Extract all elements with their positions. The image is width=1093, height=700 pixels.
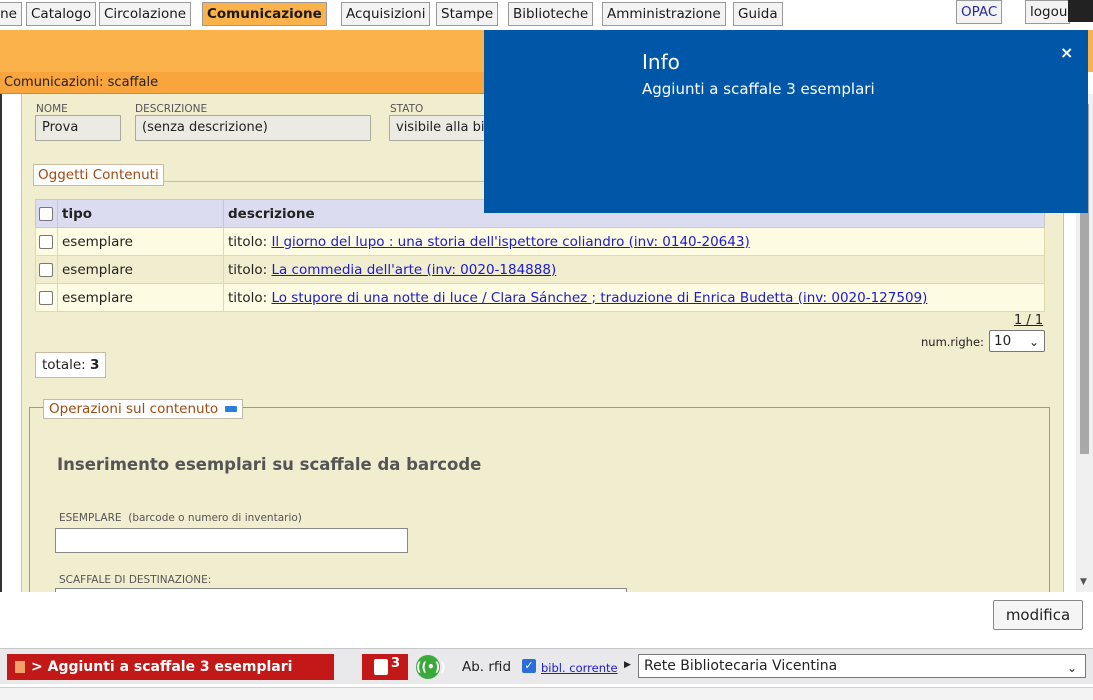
bottom-strip — [0, 687, 1093, 700]
esemplare-label-text: ESEMPLARE — [59, 512, 122, 524]
rete-value: Rete Bibliotecaria Vicentina — [644, 658, 838, 674]
item-title-link[interactable]: Il giorno del lupo : una storia dell'isp… — [271, 234, 749, 250]
row-select-cell[interactable] — [35, 255, 58, 284]
info-title: Info — [642, 50, 680, 74]
totale-box: totale: 3 — [35, 352, 107, 378]
bibl-corrente-link[interactable]: bibl. corrente — [541, 661, 618, 675]
totale-label: totale: — [42, 357, 86, 373]
info-popup: Info Aggiunti a scaffale 3 esemplari × — [484, 30, 1088, 213]
select-all-cell[interactable] — [35, 199, 58, 228]
nome-label: NOME — [36, 103, 68, 115]
esemplare-hint: (barcode o numero di inventario) — [128, 512, 302, 524]
rfid-checkbox[interactable]: ✓ — [522, 659, 536, 673]
descrizione-field[interactable]: (senza descrizione) — [135, 115, 371, 141]
scroll-down-icon[interactable]: ▼ — [1080, 577, 1087, 587]
rfid-label: Ab. rfid — [462, 659, 512, 675]
row-descrizione: titolo: Il giorno del lupo : una storia … — [223, 227, 1045, 256]
notice-text: > Aggiunti a scaffale 3 esemplari — [31, 659, 293, 675]
top-navigation: ne Catalogo Circolazione Comunicazione A… — [0, 0, 1093, 30]
items-table: tipo descrizione esemplare titolo: Il gi… — [35, 199, 1045, 312]
modifica-button[interactable]: modifica — [993, 600, 1083, 630]
item-title-link[interactable]: Lo stupore di una notte di luce / Clara … — [271, 290, 927, 306]
tab-home-partial[interactable]: ne — [0, 2, 22, 26]
esemplare-label: ESEMPLARE (barcode o numero di inventari… — [59, 512, 302, 524]
tab-amministrazione[interactable]: Amministrazione — [602, 2, 726, 26]
row-prefix: titolo: — [228, 289, 268, 306]
lock-counter[interactable]: 3 — [362, 654, 408, 680]
scaffale-label: SCAFFALE DI DESTINAZIONE: — [59, 574, 212, 586]
row-tipo: esemplare — [57, 227, 224, 256]
esemplare-input[interactable] — [55, 528, 408, 553]
lock-icon — [374, 659, 388, 675]
row-checkbox[interactable] — [39, 262, 53, 277]
row-select-cell[interactable] — [35, 227, 58, 256]
table-row: esemplare titolo: Il giorno del lupo : u… — [35, 227, 1045, 256]
collapse-icon[interactable] — [225, 406, 238, 412]
rfid-icon[interactable]: ((•)) — [416, 655, 446, 679]
row-prefix: titolo: — [228, 261, 268, 278]
totale-value: 3 — [90, 357, 100, 373]
logout-button[interactable]: logou — [1025, 0, 1070, 24]
row-checkbox[interactable] — [39, 290, 53, 305]
chevron-down-icon: ⌄ — [1028, 335, 1039, 349]
caret-right-icon: ▶ — [624, 660, 631, 670]
num-righe-select[interactable]: 10 ⌄ — [989, 330, 1045, 352]
tab-biblioteche[interactable]: Biblioteche — [508, 2, 594, 26]
operazioni-fieldset — [29, 407, 1050, 592]
operazioni-title: Inserimento esemplari su scaffale da bar… — [57, 455, 482, 474]
flag-icon — [15, 661, 25, 673]
operazioni-legend[interactable]: Operazioni sul contenuto — [43, 399, 244, 419]
row-tipo: esemplare — [57, 283, 224, 312]
num-righe-value: 10 — [994, 333, 1012, 349]
row-prefix: titolo: — [228, 233, 268, 250]
opac-link[interactable]: OPAC — [956, 0, 1003, 24]
scaffale-select[interactable] — [55, 588, 627, 592]
tab-circolazione[interactable]: Circolazione — [99, 2, 192, 26]
tab-guida[interactable]: Guida — [733, 2, 783, 26]
descrizione-label: DESCRIZIONE — [135, 103, 208, 115]
row-descrizione: titolo: La commedia dell'arte (inv: 0020… — [223, 255, 1045, 284]
num-righe-label: num.righe: — [921, 335, 984, 349]
row-checkbox[interactable] — [39, 234, 53, 249]
tab-comunicazione[interactable]: Comunicazione — [202, 2, 327, 26]
row-tipo: esemplare — [57, 255, 224, 284]
close-icon[interactable]: × — [1060, 43, 1073, 62]
tab-acquisizioni[interactable]: Acquisizioni — [341, 2, 431, 26]
tab-catalogo[interactable]: Catalogo — [26, 2, 97, 26]
oggetti-legend: Oggetti Contenuti — [33, 164, 164, 186]
column-header-tipo: tipo — [57, 199, 224, 228]
operazioni-legend-label: Operazioni sul contenuto — [49, 401, 219, 417]
pager[interactable]: 1 / 1 — [1014, 313, 1043, 328]
item-title-link[interactable]: La commedia dell'arte (inv: 0020-184888) — [271, 262, 556, 278]
notice-bar[interactable]: > Aggiunti a scaffale 3 esemplari — [7, 654, 334, 680]
chevron-down-icon: ⌄ — [1066, 661, 1077, 675]
stato-label: STATO — [390, 103, 424, 115]
row-select-cell[interactable] — [35, 283, 58, 312]
table-row: esemplare titolo: Lo stupore di una nott… — [35, 283, 1045, 312]
select-all-checkbox[interactable] — [39, 206, 53, 221]
row-descrizione: titolo: Lo stupore di una notte di luce … — [223, 283, 1045, 312]
nome-field[interactable]: Prova — [35, 115, 121, 141]
rete-select[interactable]: Rete Bibliotecaria Vicentina ⌄ — [638, 654, 1086, 678]
info-message: Aggiunti a scaffale 3 esemplari — [642, 80, 875, 98]
table-row: esemplare titolo: La commedia dell'arte … — [35, 255, 1045, 284]
lock-count: 3 — [391, 656, 401, 671]
window-corner — [1068, 0, 1093, 22]
tab-stampe[interactable]: Stampe — [436, 2, 499, 26]
